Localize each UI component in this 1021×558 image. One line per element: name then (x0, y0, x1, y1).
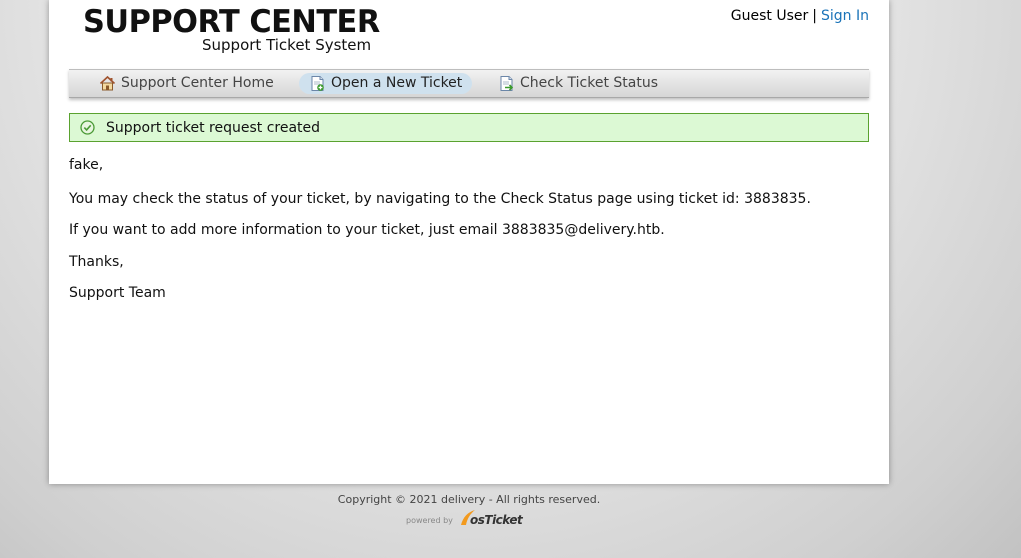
osticket-logo: osTicket (458, 508, 523, 528)
nav-support-center-home[interactable]: Support Center Home (89, 73, 284, 94)
nav-item-label: Support Center Home (121, 75, 274, 91)
powered-by-badge[interactable]: powered by osTicket (406, 507, 523, 529)
logo[interactable]: SUPPORT CENTER Support Ticket System (83, 4, 383, 56)
sign-in-link[interactable]: Sign In (821, 8, 869, 24)
footer-copyright: Copyright © 2021 delivery - All rights r… (337, 493, 601, 506)
logo-title: SUPPORT CENTER (83, 4, 380, 40)
notice-text: Support ticket request created (106, 120, 321, 136)
osticket-logo-text: osTicket (470, 513, 523, 527)
nav-item-label: Open a New Ticket (331, 75, 463, 91)
message-status-line: You may check the status of your ticket,… (69, 191, 811, 207)
message-greeting: fake, (69, 157, 104, 173)
guest-user-label: Guest User (730, 8, 809, 24)
new-ticket-icon (311, 76, 324, 91)
logo-subtitle: Support Ticket System (202, 36, 372, 54)
nav-open-new-ticket[interactable]: Open a New Ticket (299, 73, 473, 94)
user-area: Guest User | Sign In (731, 8, 869, 24)
main-container: SUPPORT CENTER Support Ticket System Gue… (49, 0, 889, 484)
ticket-status-icon (500, 76, 514, 91)
message-signature: Support Team (69, 285, 166, 301)
home-icon (99, 75, 116, 91)
nav-check-ticket-status[interactable]: Check Ticket Status (488, 73, 668, 94)
powered-by-label: powered by (406, 516, 453, 525)
nav-bar: Support Center Home Open a New Ticket Ch… (69, 69, 869, 98)
success-notice: Support ticket request created (69, 113, 869, 142)
success-check-icon (80, 120, 95, 135)
message-email-line: If you want to add more information to y… (69, 222, 665, 238)
nav-item-label: Check Ticket Status (520, 75, 658, 91)
message-thanks: Thanks, (69, 254, 124, 270)
user-separator: | (812, 8, 817, 24)
